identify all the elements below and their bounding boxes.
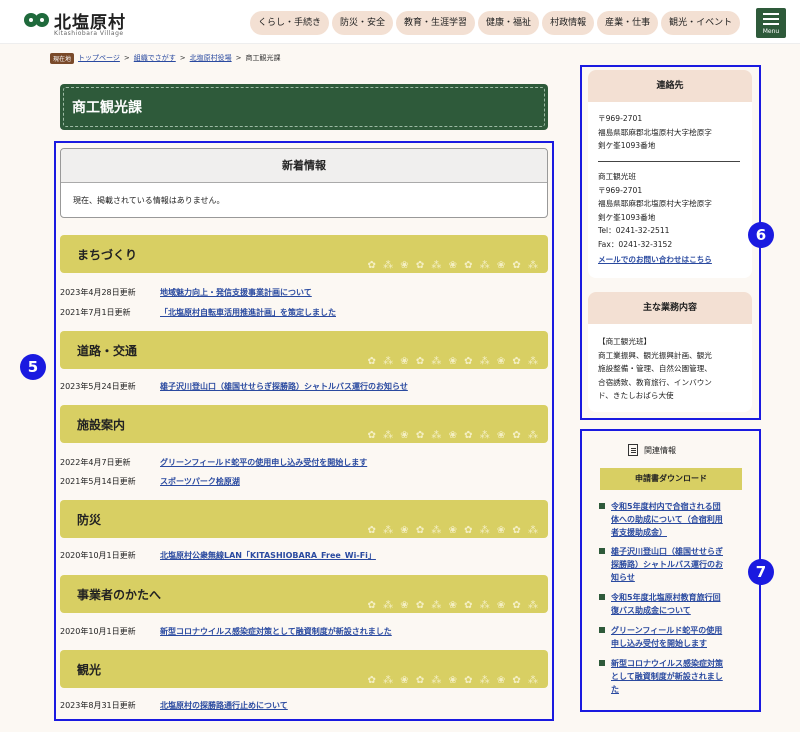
global-nav: くらし・手続き 防災・安全 教育・生涯学習 健康・福祉 村政情報 産業・仕事 観… [250,11,741,35]
nav-item-industry[interactable]: 産業・仕事 [597,11,659,35]
breadcrumb-separator: > [235,54,242,62]
breadcrumb-current: 商工観光課 [245,54,281,62]
hamburger-icon [763,13,779,25]
breadcrumb-link-organization[interactable]: 組織でさがす [134,53,176,63]
annotation-number-marker: 7 [748,559,774,585]
village-emblem-icon [24,10,50,32]
menu-button-label: Menu [762,28,780,35]
breadcrumb-separator: > [123,54,130,62]
annotation-box-related [580,429,761,712]
breadcrumb-link-office[interactable]: 北塩原村役場 [190,53,232,63]
breadcrumb-separator: > [179,54,186,62]
site-logo[interactable]: 北塩原村 Kitashiobara Village [24,8,144,40]
page-title-banner: 商工観光課 [60,84,548,130]
annotation-number-marker: 5 [20,354,46,380]
logo-subtitle: Kitashiobara Village [54,30,124,37]
page-title: 商工観光課 [72,100,142,116]
breadcrumb: 現在地 トップページ > 組織でさがす > 北塩原村役場 > 商工観光課 [50,52,281,64]
annotation-number-marker: 6 [748,222,774,248]
nav-item-tourism[interactable]: 観光・イベント [661,11,741,35]
nav-item-health[interactable]: 健康・福祉 [478,11,540,35]
menu-button[interactable]: Menu [756,8,786,38]
annotation-box-contact [580,65,761,420]
breadcrumb-badge: 現在地 [50,52,75,64]
nav-item-life[interactable]: くらし・手続き [250,11,330,35]
site-header: 北塩原村 Kitashiobara Village くらし・手続き 防災・安全 … [0,0,800,44]
nav-item-safety[interactable]: 防災・安全 [332,11,394,35]
nav-item-village-info[interactable]: 村政情報 [542,11,595,35]
annotation-box-main-content [54,141,554,721]
breadcrumb-link-top[interactable]: トップページ [78,53,120,63]
nav-item-education[interactable]: 教育・生涯学習 [396,11,476,35]
